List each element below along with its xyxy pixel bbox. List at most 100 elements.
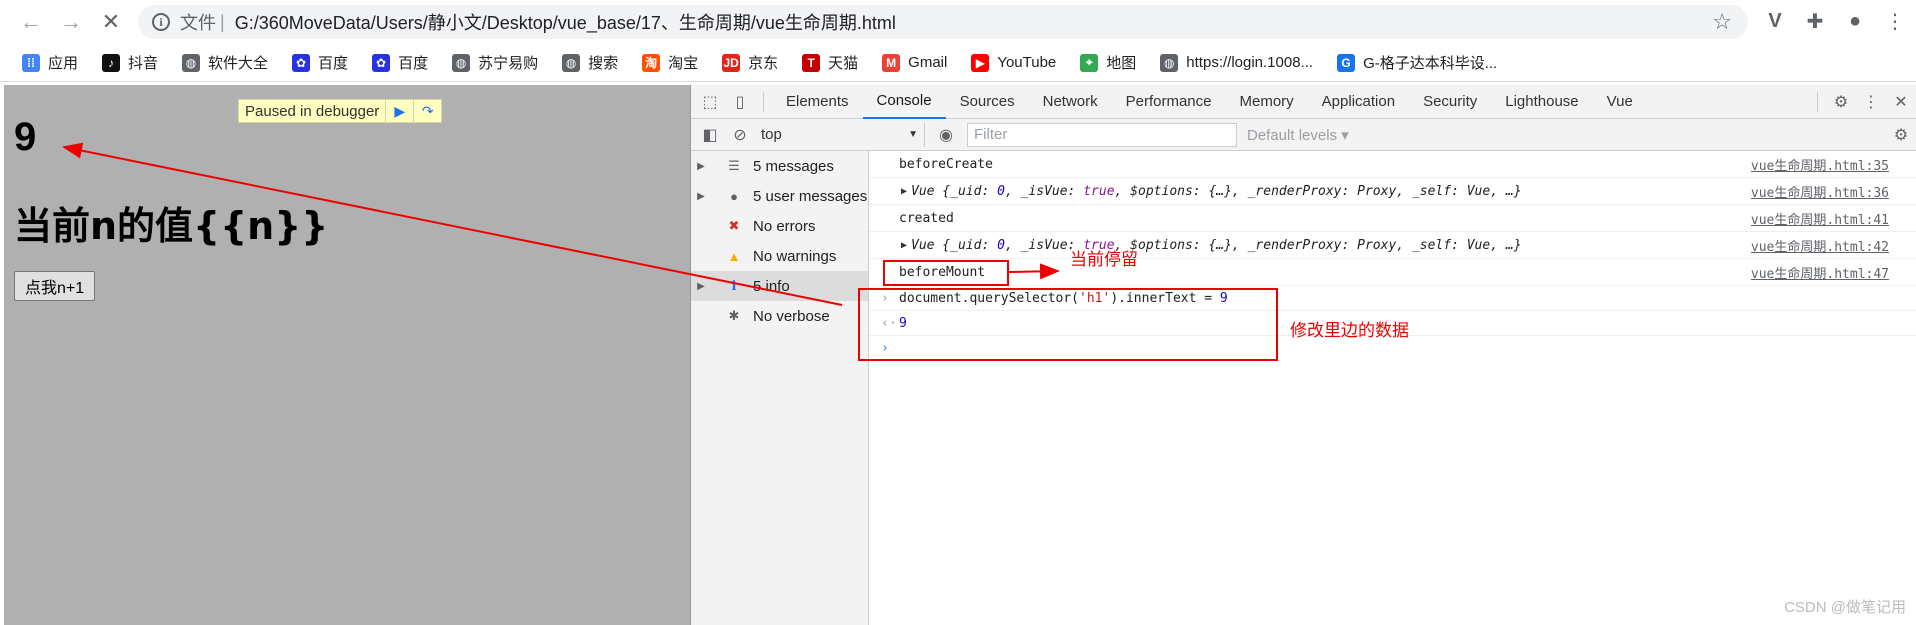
default-levels-dropdown[interactable]: Default levels ▾	[1247, 126, 1349, 144]
tab-memory[interactable]: Memory	[1226, 85, 1308, 119]
url-separator: |	[220, 11, 225, 32]
sidebar-item-label: 5 messages	[753, 157, 834, 175]
bookmark-item[interactable]: 淘淘宝	[642, 52, 698, 73]
youtube-icon: ▶	[971, 53, 990, 72]
tab-vue[interactable]: Vue	[1593, 85, 1647, 119]
tab-elements[interactable]: Elements	[772, 85, 863, 119]
expand-triangle-icon[interactable]: ▶	[901, 240, 907, 251]
info-icon[interactable]: i	[152, 13, 170, 31]
address-bar[interactable]: i 文件 | G:/360MoveData/Users/静小文/Desktop/…	[138, 5, 1748, 39]
expand-triangle-icon[interactable]: ▶	[901, 186, 907, 197]
bookmark-item[interactable]: ✿ 百度	[292, 52, 348, 73]
context-select[interactable]: top ▼	[755, 122, 925, 147]
bookmark-label: 苏宁易购	[478, 55, 539, 72]
sidebar-item-warning[interactable]: ▲ No warnings	[691, 241, 868, 271]
sidebar-item-label: No errors	[753, 217, 816, 235]
browser-toolbar: ← → ✕ i 文件 | G:/360MoveData/Users/静小文/De…	[0, 0, 1916, 44]
source-link[interactable]: vue生命周期.html:35	[1751, 155, 1889, 174]
sidebar-item-list[interactable]: ▶ ☰ 5 messages	[691, 151, 868, 181]
forward-arrow-icon[interactable]: →	[52, 3, 90, 41]
eye-icon[interactable]: ◉	[931, 118, 961, 152]
tab-security[interactable]: Security	[1409, 85, 1491, 119]
bookmark-label: 搜索	[588, 55, 619, 72]
divider	[763, 91, 764, 112]
annotation-modify-data: 修改里边的数据	[1290, 321, 1409, 341]
bookmark-item[interactable]: ✿ 百度	[372, 52, 428, 73]
vue-object-preview[interactable]: Vue {_uid: 0, _isVue: true, $options: {……	[899, 238, 1522, 253]
source-link[interactable]: vue生命周期.html:41	[1751, 209, 1889, 228]
bookmark-item[interactable]: ▶ YouTube	[971, 53, 1056, 72]
bookmark-item[interactable]: ⌖ 地图	[1080, 52, 1136, 73]
bookmark-item[interactable]: ⁞⁞ 应用	[22, 52, 78, 73]
bookmark-item[interactable]: ◍ 软件大全	[182, 52, 268, 73]
bookmark-label: https://login.1008...	[1186, 54, 1314, 71]
profile-avatar-icon[interactable]: ●	[1842, 8, 1868, 34]
bookmark-label: G-格子达本科毕设...	[1363, 55, 1498, 72]
url-scheme: 文件	[180, 13, 216, 33]
expand-triangle-icon[interactable]: ▶	[691, 281, 711, 292]
globe-icon: ◍	[562, 53, 581, 72]
bookmark-item[interactable]: G G-格子达本科毕设...	[1337, 52, 1497, 73]
url-text[interactable]: G:/360MoveData/Users/静小文/Desktop/vue_bas…	[235, 9, 896, 35]
filter-input[interactable]: Filter	[967, 122, 1237, 147]
console-log-row: beforeCreate vue生命周期.html:35	[869, 151, 1916, 178]
tab-console[interactable]: Console	[862, 85, 946, 119]
sidebar-item-bug[interactable]: ✱ No verbose	[691, 301, 868, 331]
baidu-paw-icon: ✿	[292, 53, 311, 72]
expand-triangle-icon[interactable]: ▶	[691, 191, 711, 202]
bookmark-item[interactable]: ◍ https://login.1008...	[1160, 53, 1314, 72]
step-over-icon[interactable]: ↷	[413, 100, 441, 122]
clear-console-icon[interactable]: ⊘	[725, 118, 755, 152]
bookmark-item[interactable]: JD 京东	[722, 52, 778, 73]
source-link[interactable]: vue生命周期.html:47	[1751, 263, 1889, 282]
bookmark-item[interactable]: M Gmail	[882, 53, 947, 72]
console-settings-gear-icon[interactable]: ⚙	[1886, 118, 1916, 152]
stop-loading-icon[interactable]: ✕	[92, 3, 130, 41]
close-icon[interactable]: ✕	[1886, 85, 1916, 119]
bookmark-item[interactable]: ◍ 搜索	[562, 52, 618, 73]
sidebar-toggle-icon[interactable]: ◧	[695, 118, 725, 152]
console-object-row[interactable]: ▶ Vue {_uid: 0, _isVue: true, $options: …	[869, 178, 1916, 205]
gear-icon[interactable]: ⚙	[1826, 85, 1856, 119]
extensions-puzzle-icon[interactable]: ✚	[1802, 8, 1828, 34]
resume-icon[interactable]: ▶	[385, 100, 413, 122]
user-icon: ●	[730, 188, 738, 204]
sidebar-item-user[interactable]: ▶ ● 5 user messages	[691, 181, 868, 211]
bookmark-label: 应用	[48, 55, 79, 72]
sidebar-item-error[interactable]: ✖ No errors	[691, 211, 868, 241]
console-log-row: beforeMount vue生命周期.html:47	[869, 259, 1916, 286]
annotation-box-command	[858, 288, 1278, 361]
bookmark-item[interactable]: ♪ 抖音	[102, 52, 158, 73]
bookmark-item[interactable]: T 天猫	[802, 52, 858, 73]
back-arrow-icon[interactable]: ←	[12, 3, 50, 41]
bookmark-item[interactable]: ◍ 苏宁易购	[452, 52, 538, 73]
paused-label: Paused in debugger	[245, 102, 380, 120]
expand-triangle-icon[interactable]: ▶	[691, 161, 711, 172]
chevron-down-icon: ▼	[908, 129, 918, 140]
paused-in-debugger-banner: Paused in debugger ▶ ↷	[238, 99, 443, 123]
gezida-icon: G	[1337, 53, 1356, 72]
vue-object-preview[interactable]: Vue {_uid: 0, _isVue: true, $options: {……	[899, 184, 1522, 199]
vue-extension-icon[interactable]: V	[1762, 8, 1788, 34]
bookmark-star-icon[interactable]: ☆	[1712, 9, 1732, 35]
tab-network[interactable]: Network	[1029, 85, 1112, 119]
more-dots-icon[interactable]: ⋮	[1856, 85, 1886, 119]
increment-button[interactable]: 点我n+1	[14, 271, 96, 301]
console-object-row[interactable]: ▶ Vue {_uid: 0, _isVue: true, $options: …	[869, 232, 1916, 259]
bookmark-label: 淘宝	[668, 55, 699, 72]
console-sidebar: ▶ ☰ 5 messages ▶ ● 5 user messages ✖ No errors ▲…	[691, 151, 869, 625]
globe-icon: ◍	[1160, 53, 1179, 72]
annotation-box-beforemount	[883, 260, 1009, 286]
tab-sources[interactable]: Sources	[946, 85, 1029, 119]
menu-dots-icon[interactable]: ⋮	[1882, 8, 1908, 34]
page-subheading: 当前n的值{{n}}	[14, 204, 329, 248]
tab-lighthouse[interactable]: Lighthouse	[1491, 85, 1592, 119]
tab-performance[interactable]: Performance	[1112, 85, 1226, 119]
devtools-tabbar: ⬚ ▯ Elements Console Sources Network Perform…	[691, 85, 1916, 119]
inspect-element-icon[interactable]: ⬚	[695, 85, 725, 119]
tab-application[interactable]: Application	[1308, 85, 1409, 119]
device-toggle-icon[interactable]: ▯	[725, 85, 755, 119]
source-link[interactable]: vue生命周期.html:36	[1751, 182, 1889, 201]
source-link[interactable]: vue生命周期.html:42	[1751, 236, 1889, 255]
sidebar-item-info[interactable]: ▶ ℹ 5 info	[691, 271, 868, 301]
